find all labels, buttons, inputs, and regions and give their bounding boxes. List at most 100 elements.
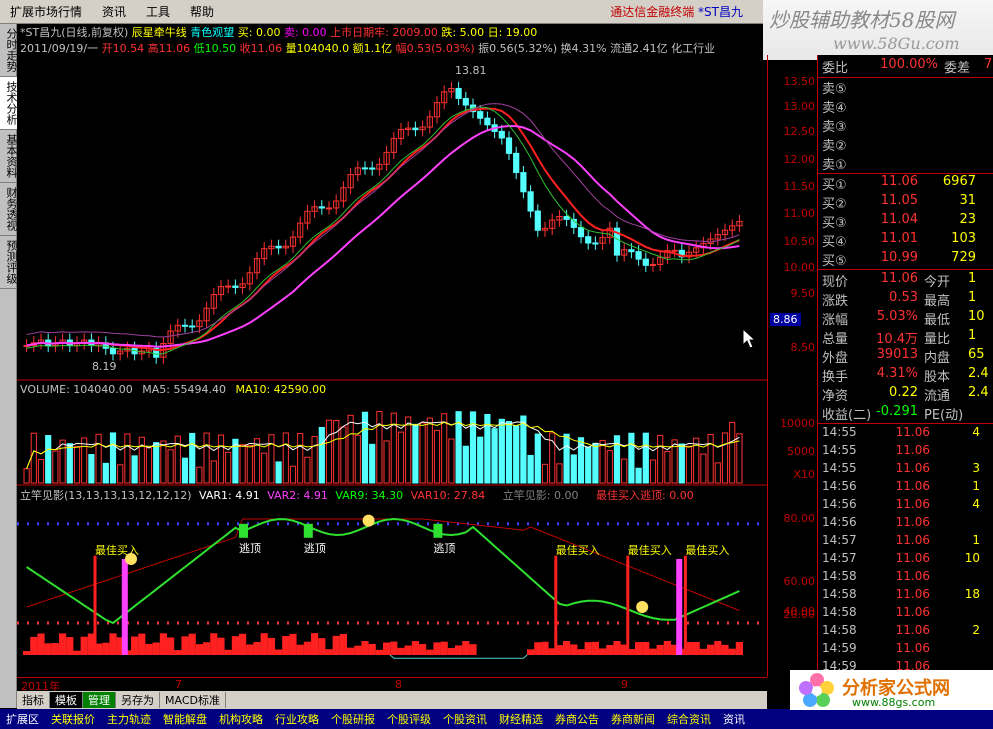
stat-label: 股本 (924, 370, 951, 385)
indicator-tick: 60.00 (783, 575, 816, 588)
left-tab-bar: 分时走势 技术分析 基本资料 财务透视 预测评级 (0, 24, 18, 708)
indicator-red-bar (419, 644, 427, 655)
indicator-red-line (26, 518, 740, 611)
indicator-red-bar (23, 651, 31, 655)
stat-label: 换手 (822, 370, 849, 385)
menu-item-news[interactable]: 资讯 (92, 3, 136, 20)
tab-intraday[interactable]: 分时走势 (0, 24, 18, 77)
indicator-red-bar (203, 642, 211, 655)
best-buy-text: 最佳买入 (556, 543, 600, 557)
indicator-red-bar (66, 637, 74, 655)
price-tick: 10.00 (783, 261, 816, 274)
volume-bar (678, 443, 685, 484)
indicator-red-bar (354, 645, 362, 655)
volume-bar (541, 463, 549, 484)
bid-label: 买③ (822, 216, 847, 231)
indicator-red-bar (59, 633, 67, 655)
indicator-red-bar (728, 648, 736, 655)
tab-macd[interactable]: MACD标准 (160, 692, 226, 708)
indicator-red-bar (339, 633, 347, 655)
tick-time: 14:58 (822, 623, 857, 637)
status-tab[interactable]: 智能解盘 (157, 711, 213, 727)
date-value: 2011/09/19/一 (20, 42, 99, 55)
indicator-red-bar (699, 648, 707, 655)
volume-bar (275, 461, 282, 484)
status-tab[interactable]: 综合资讯 (661, 711, 717, 727)
indicator-red-bar (527, 649, 535, 655)
volume-bar (246, 444, 253, 484)
indicator-red-bar (599, 648, 607, 655)
stat-label: 净资 (822, 389, 849, 404)
tab-fundamental[interactable]: 基本资料 (0, 130, 18, 183)
tick-volume: 1 (972, 533, 980, 547)
volume-bar (685, 445, 693, 484)
tick-volume: 4 (972, 497, 980, 511)
indicator-red-bar (195, 644, 203, 655)
high-value: 高11.06 (147, 42, 191, 55)
indicator-red-bar (311, 633, 319, 655)
indicator-red-bar (289, 633, 297, 655)
status-tab[interactable]: 扩展区 (0, 711, 45, 727)
status-tab[interactable]: 个股研报 (325, 711, 381, 727)
status-tab[interactable]: 券商新闻 (605, 711, 661, 727)
status-tab[interactable]: 机构攻略 (213, 711, 269, 727)
tab-save-as[interactable]: 另存为 (116, 692, 160, 708)
tab-financial[interactable]: 财务透视 (0, 183, 18, 236)
menu-item-help[interactable]: 帮助 (180, 3, 224, 20)
menu-item-extended-market[interactable]: 扩展市场行情 (0, 3, 92, 20)
volume-ma5-label: MA5: 55494.40 (142, 383, 226, 396)
tick-time: 14:58 (822, 605, 857, 619)
volume-bar (81, 437, 88, 484)
stat-value: 1 (968, 271, 977, 286)
stat-value: 2.4 (968, 385, 989, 400)
tick-time: 14:56 (822, 515, 857, 529)
volume-bars (23, 411, 743, 484)
bottom-signal-bar (676, 559, 683, 655)
bid-price: 10.99 (880, 250, 918, 265)
menu-item-tools[interactable]: 工具 (136, 3, 180, 20)
candle-body (505, 137, 513, 154)
volume-bar (599, 439, 606, 484)
tab-technical[interactable]: 技术分析 (0, 77, 18, 130)
stat-row: 净资 0.22 流通 2.4 (822, 385, 989, 404)
stat-row: 涨跌 0.53 最高 1 (822, 290, 976, 309)
tab-forecast[interactable]: 预测评级 (0, 236, 18, 289)
tick-row: 14:56 11.06 4 (822, 497, 980, 515)
tab-manage[interactable]: 管理 (83, 692, 116, 708)
indicator-red-bar (462, 641, 470, 655)
volume-bar (527, 454, 534, 484)
volume-tick: 5000 (787, 445, 815, 458)
status-tab[interactable]: 券商公告 (549, 711, 605, 727)
status-tab[interactable]: 个股评级 (381, 711, 437, 727)
indicator-red-bar (411, 641, 419, 655)
stat-label: 收益(二) (822, 408, 872, 423)
volume-bar (73, 446, 81, 484)
volume-bar (592, 442, 599, 484)
status-tab[interactable]: 主力轨迹 (101, 711, 157, 727)
indicator-red-bar (361, 641, 369, 655)
kline-chart[interactable]: 13.81 8.19 最佳买入 最佳买入 最佳买入 最佳买入逃顶 逃顶 逃顶 (17, 55, 767, 677)
bid-volume: 31 (959, 193, 976, 208)
tick-row: 14:55 11.06 4 (822, 425, 980, 443)
stat-value: 1 (968, 328, 977, 343)
indicator-red-bar (231, 636, 239, 655)
stat-label: 内盘 (924, 351, 951, 366)
indicator-name: 立竿见影(13,13,13,13,12,12,12) (20, 489, 192, 502)
formula-toolbar: 指标 模板 管理 另存为 MACD标准 (17, 691, 767, 709)
status-tab[interactable]: 行业攻略 (269, 711, 325, 727)
status-tab[interactable]: 个股资讯 (437, 711, 493, 727)
volume-bar (138, 436, 145, 484)
price-tick: 11.00 (783, 207, 816, 220)
status-tab[interactable]: 关联报价 (45, 711, 101, 727)
candle-body (527, 191, 534, 212)
tab-template[interactable]: 模板 (50, 692, 83, 708)
smiley-icon (362, 514, 375, 527)
status-tab[interactable]: 资讯 (717, 711, 751, 727)
indicator-red-bar (642, 641, 650, 655)
bid-row: 买④ 11.01 103 (822, 231, 976, 250)
ask-label: 卖② (822, 139, 847, 154)
tab-indicator[interactable]: 指标 (17, 692, 50, 708)
volume-bar (649, 459, 657, 484)
volume-bar (23, 468, 30, 484)
status-tab[interactable]: 财经精选 (493, 711, 549, 727)
